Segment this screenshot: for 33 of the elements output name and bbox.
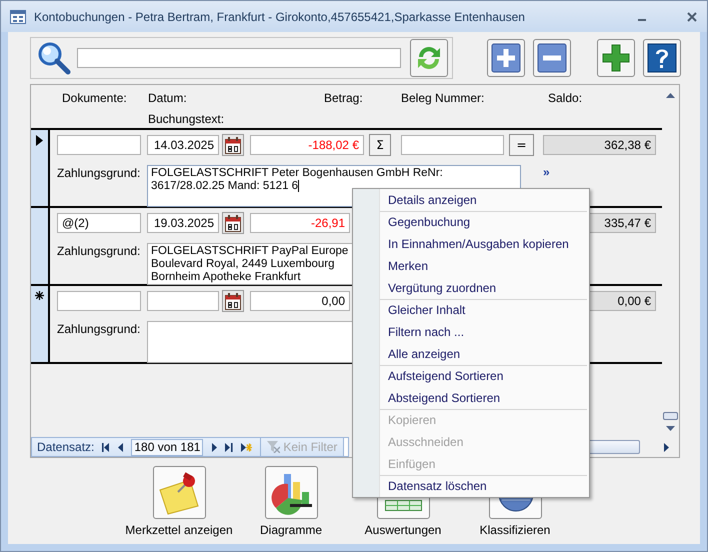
column-label: Datum: [148, 91, 187, 105]
column-label: Saldo: [548, 91, 582, 105]
button-caption: Merkzettel anzeigen [125, 523, 233, 537]
documents-field[interactable]: @(2) [57, 213, 141, 233]
menu-item[interactable]: Alle anzeigen [380, 343, 587, 365]
date-field[interactable]: 19.03.2025 [147, 213, 219, 233]
sum-button[interactable]: Σ [369, 134, 391, 156]
column-label: Betrag: [324, 91, 363, 105]
menu-item[interactable]: Datensatz löschen [380, 475, 587, 497]
button-caption: Diagramme [260, 523, 322, 537]
equals-button[interactable]: = [509, 134, 534, 156]
amount-field[interactable]: -188,02 € [250, 135, 364, 155]
menu-item[interactable]: Absteigend Sortieren [380, 387, 587, 409]
column-label: Buchungstext: [148, 112, 224, 126]
menu-item[interactable]: Gegenbuchung [380, 211, 587, 233]
record-number-field[interactable]: 180 von 181 [131, 438, 204, 456]
menu-item[interactable]: Gleicher Inhalt [380, 299, 587, 321]
amount-field[interactable]: -26,91 [250, 213, 350, 233]
column-label: Dokumente: [62, 91, 127, 105]
date-field[interactable]: 14.03.2025 [147, 135, 219, 155]
navigator-label: Datensatz: [37, 440, 94, 454]
field-label: Zahlungsgrund: [57, 243, 142, 258]
menu-item[interactable]: Filtern nach ... [380, 321, 587, 343]
amount-field[interactable]: 0,00 [250, 291, 350, 311]
button-caption: Klassifizieren [480, 523, 550, 537]
field-label: Zahlungsgrund: [57, 165, 142, 180]
field-label: Zahlungsgrund: [57, 321, 142, 336]
menu-item[interactable]: Aufsteigend Sortieren [380, 365, 587, 387]
more-link[interactable]: » [543, 165, 550, 179]
balance-field: 362,38 € [543, 135, 656, 155]
column-label: Beleg Nummer: [401, 91, 484, 105]
button-caption: Auswertungen [364, 523, 442, 537]
window-title: Kontobuchungen - Petra Bertram, Frankfurt - Girokonto,457655421,Sparkasse Entenhausen [34, 10, 525, 24]
